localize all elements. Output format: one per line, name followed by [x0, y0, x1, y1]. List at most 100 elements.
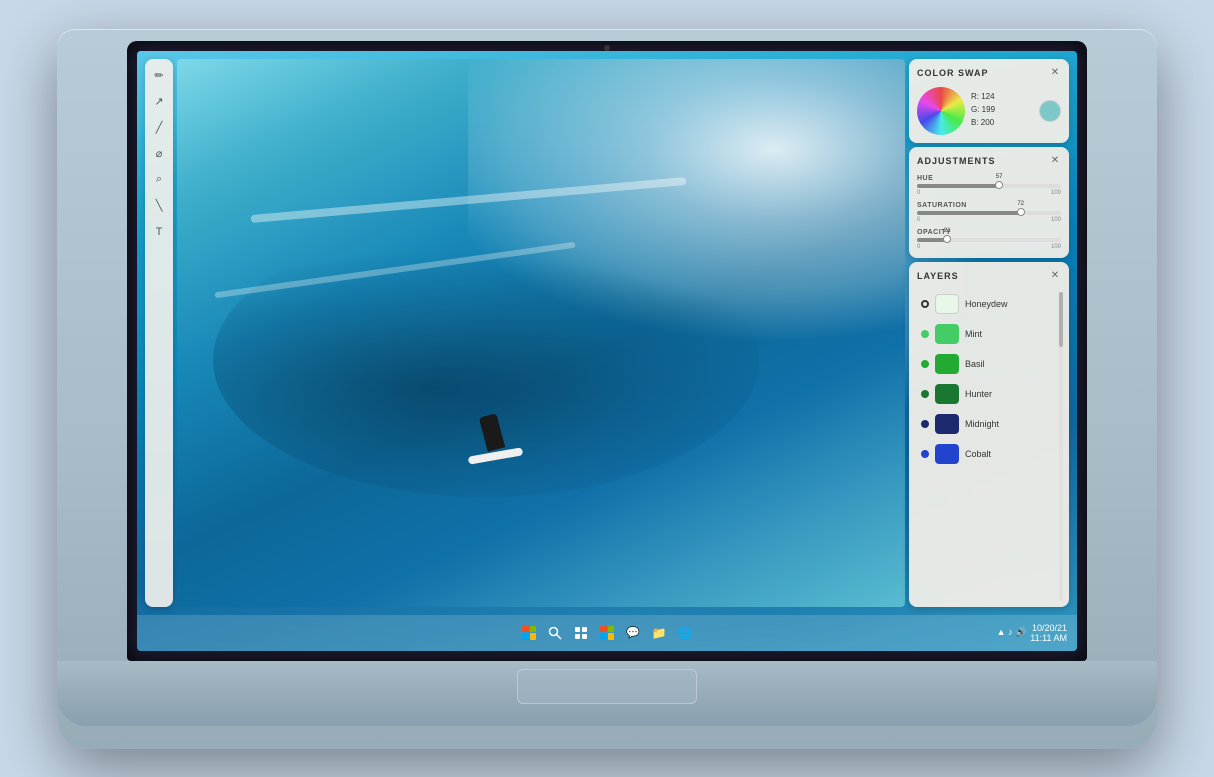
layer-swatch-cobalt	[935, 444, 959, 464]
saturation-range: 0 100	[917, 217, 1061, 223]
opacity-label: OPACITY	[917, 229, 1061, 236]
layers-title: LAYERS	[917, 271, 959, 281]
adjustments-header: ADJUSTMENTS ✕	[917, 155, 1061, 167]
taskbar-right: ▲ ♪ 🔊 10/20/21 11:11 AM	[997, 623, 1067, 643]
tool-slash[interactable]: ╲	[150, 197, 168, 215]
rgb-values: R: 124 G: 199 B: 200	[971, 91, 1033, 129]
taskbar-search-button[interactable]	[546, 624, 564, 642]
hue-label: HUE	[917, 175, 1061, 182]
screen-bezel: ✏ ↗ ╱ ⌀ ⌕ ╲ T	[127, 41, 1087, 661]
adjustments-panel: ADJUSTMENTS ✕ HUE 57	[909, 147, 1069, 258]
g-value: G: 199	[971, 104, 1033, 117]
layer-swatch-mint	[935, 324, 959, 344]
taskbar-edge-button[interactable]: 🌐	[676, 624, 694, 642]
layer-name-cobalt: Cobalt	[965, 449, 991, 459]
saturation-slider-row: SATURATION 72 0 100	[917, 202, 1061, 223]
saturation-label: SATURATION	[917, 202, 1061, 209]
windows-logo	[522, 626, 536, 640]
laptop-base	[57, 661, 1157, 726]
b-value: B: 200	[971, 117, 1033, 130]
taskbar-clock: 10/20/21 11:11 AM	[1030, 623, 1067, 643]
tool-text[interactable]: T	[150, 223, 168, 241]
layer-item-mint[interactable]: Mint	[917, 320, 1061, 348]
color-swap-title: COLOR SWAP	[917, 68, 989, 78]
hue-thumb[interactable]	[995, 181, 1003, 189]
taskbar: 💬 📁 🌐 ▲ ♪ 🔊 10/20/21 11:11 AM	[137, 615, 1077, 651]
layer-name-honeydew: Honeydew	[965, 299, 1008, 309]
tool-line[interactable]: ╱	[150, 119, 168, 137]
layer-item-honeydew[interactable]: Honeydew	[917, 290, 1061, 318]
hue-track[interactable]: 57	[917, 184, 1061, 188]
layer-item-cobalt[interactable]: Cobalt	[917, 440, 1061, 468]
taskbar-store-logo	[600, 626, 614, 640]
sliders-group: HUE 57 0 100	[917, 175, 1061, 250]
layer-name-midnight: Midnight	[965, 419, 999, 429]
tool-zoom[interactable]: ⌕	[150, 171, 168, 189]
hue-range: 0 100	[917, 190, 1061, 196]
taskbar-store-button[interactable]	[598, 624, 616, 642]
layer-active-indicator-mint	[921, 330, 929, 338]
hue-value: 57	[996, 174, 1003, 180]
taskbar-task-view-button[interactable]	[572, 624, 590, 642]
layer-active-indicator-honeydew	[921, 300, 929, 308]
saturation-max: 100	[1051, 217, 1061, 223]
color-swap-close[interactable]: ✕	[1049, 67, 1061, 79]
tool-lasso[interactable]: ⌀	[150, 145, 168, 163]
opacity-max: 100	[1051, 244, 1061, 250]
taskbar-center: 💬 📁 🌐	[520, 624, 694, 642]
tool-panel: ✏ ↗ ╱ ⌀ ⌕ ╲ T	[145, 59, 173, 607]
app-area: ✏ ↗ ╱ ⌀ ⌕ ╲ T	[145, 59, 1069, 607]
surfer-body	[479, 413, 505, 451]
taskbar-teams-button[interactable]: 💬	[624, 624, 642, 642]
layer-item-hunter[interactable]: Hunter	[917, 380, 1061, 408]
layer-item-midnight[interactable]: Midnight	[917, 410, 1061, 438]
saturation-min: 0	[917, 217, 920, 223]
saturation-value: 72	[1017, 201, 1024, 207]
adjustments-close[interactable]: ✕	[1049, 155, 1061, 167]
layer-swatch-honeydew	[935, 294, 959, 314]
opacity-thumb[interactable]	[943, 235, 951, 243]
layers-header: LAYERS ✕	[917, 270, 1061, 282]
taskbar-explorer-button[interactable]: 📁	[650, 624, 668, 642]
layer-item-basil[interactable]: Basil	[917, 350, 1061, 378]
tool-arrow[interactable]: ↗	[150, 93, 168, 111]
right-panels: COLOR SWAP ✕ R: 124 G: 199 B: 200	[909, 59, 1069, 607]
adjustments-title: ADJUSTMENTS	[917, 156, 996, 166]
trackpad[interactable]	[517, 669, 697, 704]
hue-max: 100	[1051, 190, 1061, 196]
color-swap-content: R: 124 G: 199 B: 200	[917, 87, 1061, 135]
taskbar-system-icons: ▲ ♪ 🔊	[997, 627, 1027, 638]
windows-start-button[interactable]	[520, 624, 538, 642]
opacity-min: 0	[917, 244, 920, 250]
saturation-fill	[917, 211, 1021, 215]
r-value: R: 124	[971, 91, 1033, 104]
layers-list: Honeydew Mint	[917, 290, 1061, 468]
saturation-track[interactable]: 72	[917, 211, 1061, 215]
layer-swatch-hunter	[935, 384, 959, 404]
opacity-slider-row: OPACITY 21 0 100	[917, 229, 1061, 250]
tool-pencil[interactable]: ✏	[150, 67, 168, 85]
taskbar-time: 11:11 AM	[1030, 633, 1067, 643]
hue-slider-row: HUE 57 0 100	[917, 175, 1061, 196]
color-preview-swatch[interactable]	[1039, 100, 1061, 122]
color-swap-panel: COLOR SWAP ✕ R: 124 G: 199 B: 200	[909, 59, 1069, 143]
opacity-value: 21	[944, 228, 951, 234]
layer-swatch-midnight	[935, 414, 959, 434]
taskbar-date: 10/20/21	[1030, 623, 1067, 633]
layer-name-hunter: Hunter	[965, 389, 992, 399]
layer-name-basil: Basil	[965, 359, 985, 369]
layers-panel: LAYERS ✕ Honeydew	[909, 262, 1069, 607]
saturation-thumb[interactable]	[1017, 208, 1025, 216]
layer-swatch-basil	[935, 354, 959, 374]
image-canvas	[177, 59, 905, 607]
layer-active-indicator-midnight	[921, 420, 929, 428]
color-wheel[interactable]	[917, 87, 965, 135]
color-swap-header: COLOR SWAP ✕	[917, 67, 1061, 79]
layer-name-mint: Mint	[965, 329, 982, 339]
laptop-outer: ✏ ↗ ╱ ⌀ ⌕ ╲ T	[57, 29, 1157, 749]
layers-scrollbar-thumb[interactable]	[1059, 292, 1063, 347]
screen: ✏ ↗ ╱ ⌀ ⌕ ╲ T	[137, 51, 1077, 651]
layer-active-indicator-hunter	[921, 390, 929, 398]
opacity-track[interactable]: 21	[917, 238, 1061, 242]
layers-close[interactable]: ✕	[1049, 270, 1061, 282]
